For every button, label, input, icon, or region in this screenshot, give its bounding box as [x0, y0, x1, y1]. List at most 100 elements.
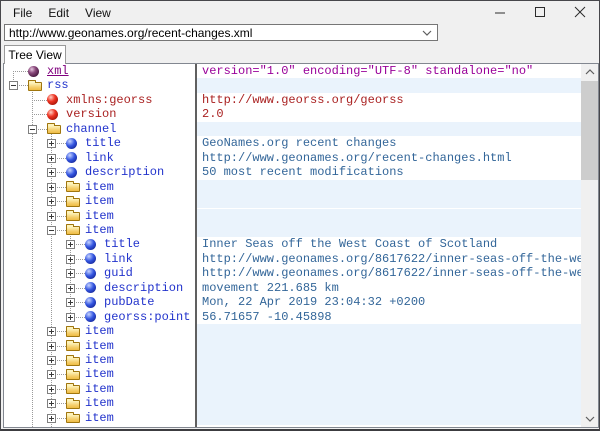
expand-plus-icon[interactable]: [47, 154, 56, 163]
value-row[interactable]: [197, 396, 581, 410]
content-area: xmlrssxmlns:georssversionchanneltitlelin…: [3, 63, 599, 428]
tree-row[interactable]: guid: [4, 266, 195, 280]
tree-row[interactable]: item: [4, 396, 195, 410]
tree-row[interactable]: xmlns:georss: [4, 93, 195, 107]
folder-icon: [66, 183, 80, 192]
scrollbar-thumb[interactable]: [581, 81, 598, 180]
tree-row[interactable]: item: [4, 209, 195, 223]
value-row[interactable]: [197, 324, 581, 338]
value-row[interactable]: movement 221.685 km: [197, 281, 581, 295]
menu-item-edit[interactable]: Edit: [40, 3, 77, 23]
tree-node-label: description: [104, 281, 183, 295]
tree-row[interactable]: title: [4, 136, 195, 150]
value-row[interactable]: [197, 339, 581, 353]
minimize-button[interactable]: [485, 2, 515, 22]
tree-node-label: xml: [47, 64, 69, 78]
tab-tree-view[interactable]: Tree View: [4, 45, 66, 64]
tree-row[interactable]: pubDate: [4, 295, 195, 309]
expand-plus-icon[interactable]: [47, 399, 56, 408]
url-combobox[interactable]: http://www.geonames.org/recent-changes.x…: [4, 24, 438, 41]
expand-plus-icon[interactable]: [47, 183, 56, 192]
expand-plus-icon[interactable]: [66, 284, 75, 293]
tree-row[interactable]: version: [4, 107, 195, 121]
tree-node-label: item: [85, 194, 114, 208]
tree-row[interactable]: link: [4, 252, 195, 266]
tree-node-label: channel: [66, 122, 116, 136]
expand-plus-icon[interactable]: [66, 269, 75, 278]
combobox-dropdown-button[interactable]: [417, 30, 437, 36]
tree-node-label: georss:point: [104, 310, 190, 324]
tree-row[interactable]: channel: [4, 122, 195, 136]
close-button[interactable]: [565, 2, 595, 22]
tree-row[interactable]: item: [4, 339, 195, 353]
expand-plus-icon[interactable]: [47, 385, 56, 394]
value-row[interactable]: [197, 223, 581, 237]
tree-row[interactable]: georss:point: [4, 310, 195, 324]
tree-row[interactable]: item: [4, 382, 195, 396]
value-row[interactable]: http://www.geonames.org/8617622/inner-se…: [197, 266, 581, 280]
expand-plus-icon[interactable]: [47, 327, 56, 336]
close-icon: [574, 6, 586, 18]
expand-plus-icon[interactable]: [66, 298, 75, 307]
expand-plus-icon[interactable]: [47, 168, 56, 177]
value-row[interactable]: version="1.0" encoding="UTF-8" standalon…: [197, 64, 581, 78]
expand-plus-icon[interactable]: [66, 240, 75, 249]
value-row[interactable]: http://www.geonames.org/recent-changes.h…: [197, 151, 581, 165]
value-row[interactable]: GeoNames.org recent changes: [197, 136, 581, 150]
minimize-icon: [494, 6, 506, 18]
tree-row[interactable]: rss: [4, 78, 195, 92]
value-row[interactable]: Inner Seas off the West Coast of Scotlan…: [197, 237, 581, 251]
expand-plus-icon[interactable]: [47, 414, 56, 423]
tree-row[interactable]: item: [4, 411, 195, 425]
value-row[interactable]: 2.0: [197, 107, 581, 121]
value-row[interactable]: [197, 78, 581, 92]
value-row[interactable]: http://www.geonames.org/8617622/inner-se…: [197, 252, 581, 266]
menu-item-view[interactable]: View: [77, 3, 119, 23]
expand-plus-icon[interactable]: [66, 255, 75, 264]
tree-row[interactable]: description: [4, 165, 195, 179]
value-row[interactable]: 56.71657 -10.45898: [197, 310, 581, 324]
value-row[interactable]: [197, 382, 581, 396]
tree-connector-line: [32, 114, 47, 115]
expand-plus-icon[interactable]: [47, 197, 56, 206]
tree-row[interactable]: item: [4, 223, 195, 237]
value-text: 56.71657 -10.45898: [202, 310, 332, 324]
value-row[interactable]: [197, 180, 581, 194]
value-row[interactable]: [197, 209, 581, 223]
tree-node-label: item: [85, 396, 114, 410]
value-row[interactable]: [197, 194, 581, 208]
value-row[interactable]: [197, 122, 581, 136]
expand-plus-icon[interactable]: [47, 342, 56, 351]
scroll-down-button[interactable]: [581, 411, 598, 427]
vertical-scrollbar[interactable]: [581, 64, 598, 427]
tree-row[interactable]: item: [4, 324, 195, 338]
expand-plus-icon[interactable]: [47, 356, 56, 365]
collapse-minus-icon[interactable]: [28, 125, 37, 134]
maximize-button[interactable]: [525, 2, 555, 22]
tree-row[interactable]: description: [4, 281, 195, 295]
tree-row[interactable]: xml: [4, 64, 195, 78]
value-row[interactable]: http://www.georss.org/georss: [197, 93, 581, 107]
tree-row[interactable]: item: [4, 367, 195, 381]
collapse-minus-icon[interactable]: [47, 226, 56, 235]
tree-node-label: item: [85, 223, 114, 237]
expand-plus-icon[interactable]: [47, 139, 56, 148]
tree-node-label: item: [85, 180, 114, 194]
tree-row[interactable]: title: [4, 237, 195, 251]
tree-row[interactable]: item: [4, 353, 195, 367]
expand-plus-icon[interactable]: [47, 212, 56, 221]
tree-row[interactable]: link: [4, 151, 195, 165]
tree-node-label: title: [104, 237, 140, 251]
value-row[interactable]: [197, 353, 581, 367]
expand-plus-icon[interactable]: [66, 313, 75, 322]
value-row[interactable]: [197, 411, 581, 425]
menu-item-file[interactable]: File: [5, 3, 40, 23]
expand-plus-icon[interactable]: [47, 370, 56, 379]
scroll-up-button[interactable]: [581, 64, 598, 80]
value-row[interactable]: Mon, 22 Apr 2019 23:04:32 +0200: [197, 295, 581, 309]
tree-row[interactable]: item: [4, 180, 195, 194]
value-row[interactable]: 50 most recent modifications: [197, 165, 581, 179]
collapse-minus-icon[interactable]: [9, 81, 18, 90]
tree-row[interactable]: item: [4, 194, 195, 208]
value-row[interactable]: [197, 367, 581, 381]
